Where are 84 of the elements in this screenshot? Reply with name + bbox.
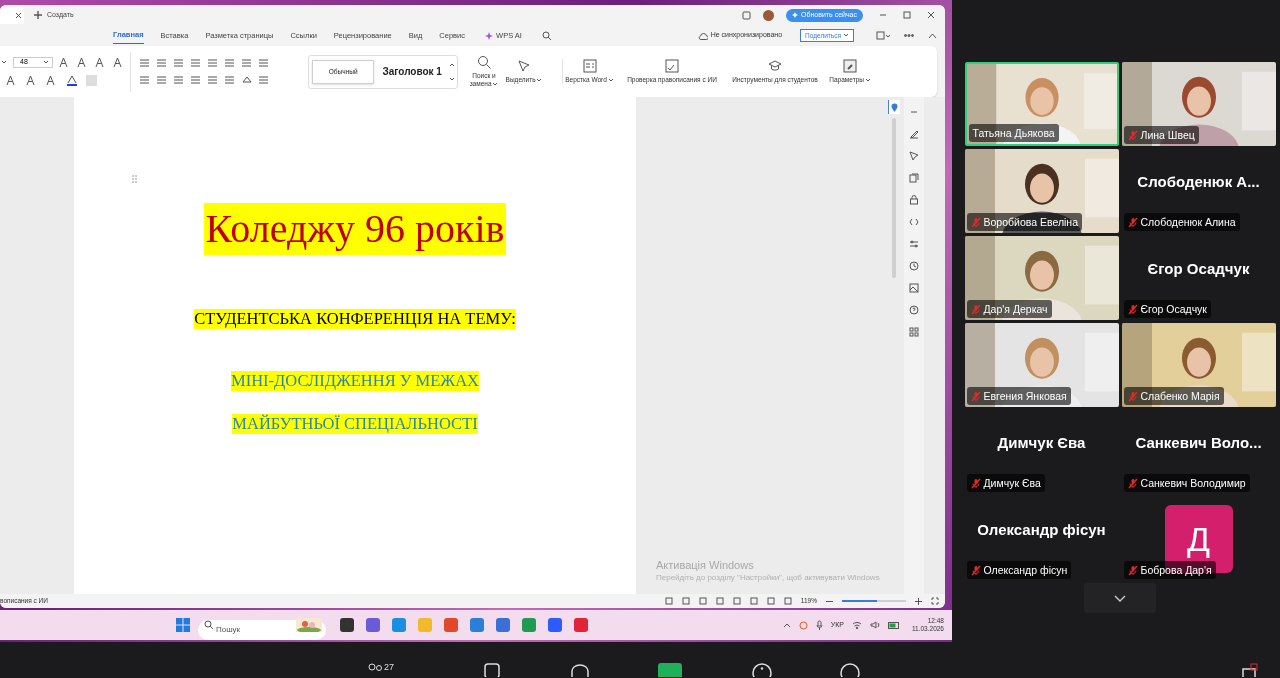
cursor-icon[interactable] [909,151,919,161]
participant-name: Татьяна Дьякова [972,126,1055,140]
search-icon [204,620,213,629]
zoom-in-icon[interactable] [915,597,922,605]
participant-name: Димчук Єва [983,476,1041,490]
windows-logo-icon[interactable] [176,618,190,632]
volume-icon[interactable] [869,621,880,629]
collapse-icon[interactable] [928,32,937,39]
participant-tile[interactable]: Воробйова Евеліна [964,149,1119,233]
caret-icon [44,61,49,64]
participant-name: Лина Швец [1140,128,1195,142]
document-subtitle: СТУДЕНТСЬКА КОНФЕРЕНЦІЯ НА ТЕМУ: [194,309,516,329]
lock-icon[interactable] [909,195,919,205]
close-icon[interactable] [15,11,22,19]
sparkle-icon [485,31,494,40]
muted-microphone-icon [970,390,981,402]
caret-icon[interactable] [2,61,7,64]
minimize-icon[interactable] [879,11,887,19]
help-icon[interactable] [909,305,919,315]
document-title: Коледжу 96 років [203,203,507,255]
muted-microphone-icon [970,477,981,489]
participant-display-name: Олександр фісун [977,520,1106,540]
close-icon[interactable] [927,11,935,19]
participant-display-name: Єгор Осадчук [1147,259,1250,279]
font-color-icon[interactable] [66,75,78,86]
participant-display-name: Слободенюк А... [1137,172,1260,192]
image-icon[interactable] [909,283,919,293]
participant-tile[interactable]: Евгения Янковая [964,323,1119,407]
muted-microphone-icon [1127,303,1138,315]
participant-name: Воробйова Евеліна [983,215,1078,229]
drag-handle-icon[interactable] [132,175,137,183]
search-icon[interactable] [541,31,551,40]
pen-icon[interactable] [909,129,919,139]
participant-display-name: Димчук Єва [997,433,1086,453]
participant-name: Слабенко Марія [1140,389,1220,403]
search-icon [477,55,491,69]
spellcheck-icon [665,59,679,73]
document-tab[interactable] [0,6,24,24]
cursor-icon [517,59,531,73]
user-avatar[interactable] [763,9,774,21]
battery-icon[interactable] [887,621,900,629]
sliders-icon[interactable] [909,239,919,249]
participant-name: Санкевич Володимир [1140,476,1246,490]
location-pin-icon[interactable] [888,100,900,114]
participant-name: Олександр фісун [983,563,1068,577]
participant-name: Евгения Янковая [983,389,1067,403]
muted-microphone-icon [970,564,981,576]
participant-name: Боброва Дар'я [1140,563,1212,577]
cloud-icon [697,31,708,40]
participant-name: Слободенюк Алина [1140,215,1236,229]
microphone-icon[interactable] [815,620,823,630]
participant-tile[interactable]: Лина Швец [1121,62,1276,146]
style-option[interactable]: Заголовок 1 [376,59,448,84]
clock-icon[interactable] [909,261,919,271]
muted-microphone-icon [1127,216,1138,228]
activation-title: Активація Windows [656,559,755,572]
layout-icon [582,59,597,73]
participant-tile[interactable]: Татьяна Дьякова [964,62,1119,146]
copy-icon[interactable] [909,173,919,183]
plus-icon [34,11,42,19]
grid-icon[interactable] [909,327,919,337]
chevron-down-icon [1114,594,1126,602]
sparkle-icon [792,12,798,18]
muted-microphone-icon [1127,129,1138,141]
muted-microphone-icon [970,216,981,228]
fullscreen-icon[interactable] [931,597,939,605]
participant-count: 27 [384,663,394,672]
muted-microphone-icon [1127,477,1138,489]
maximize-icon[interactable] [903,11,911,19]
participant-tile[interactable]: Слабенко Марія [1121,323,1276,407]
participant-name: Дар'я Деркач [983,302,1048,316]
muted-microphone-icon [970,303,981,315]
wifi-icon[interactable] [851,621,862,629]
graduation-cap-icon [768,59,782,73]
participant-display-name: Санкевич Воло... [1135,433,1262,453]
participant-tile[interactable]: Дар'я Деркач [964,236,1119,320]
chevron-up-icon[interactable] [782,622,791,628]
participant-name: Єгор Осадчук [1140,302,1207,316]
window-icon[interactable] [742,10,751,20]
caret-icon [844,34,849,37]
muted-microphone-icon [1127,390,1138,402]
muted-microphone-icon [1127,564,1138,576]
pin-glyph-icon [891,102,898,112]
code-icon[interactable] [909,217,919,227]
